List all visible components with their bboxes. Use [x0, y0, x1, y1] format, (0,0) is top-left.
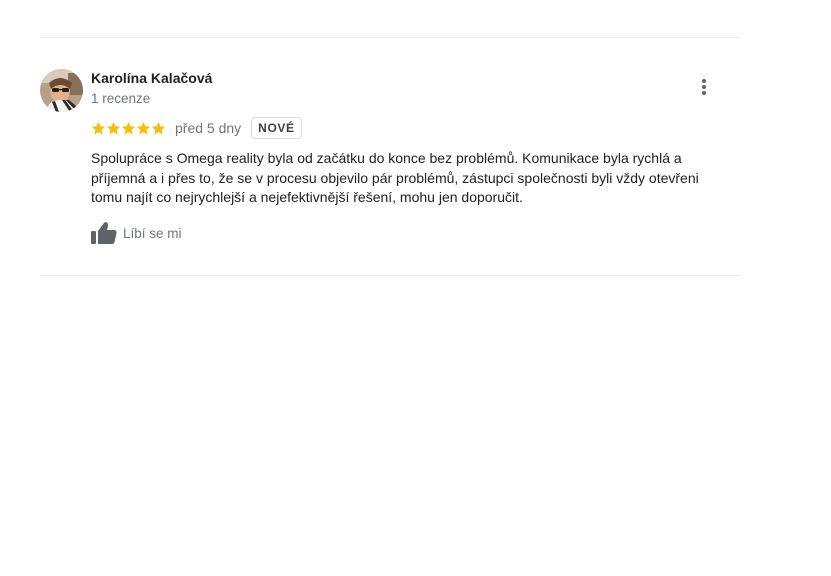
more-vert-icon: [702, 79, 706, 95]
star-icon: [106, 121, 121, 134]
like-button[interactable]: Líbí se mi: [91, 220, 182, 246]
star-rating: [91, 121, 166, 136]
like-label: Líbí se mi: [123, 225, 182, 241]
thumb-up-icon: [91, 222, 117, 244]
author-review-count[interactable]: 1 recenze: [91, 91, 150, 106]
more-options-button[interactable]: [692, 75, 716, 99]
star-icon: [121, 121, 136, 134]
new-badge: NOVÉ: [251, 117, 302, 139]
star-icon: [151, 121, 166, 134]
review-date: před 5 dny: [175, 120, 242, 136]
avatar-photo: [40, 69, 83, 112]
avatar[interactable]: [40, 69, 83, 112]
review-list: Karolína Kalačová 1 recenze před 5 dny N…: [0, 0, 831, 576]
star-icon: [91, 121, 106, 134]
review-text: Spolupráce s Omega reality byla od začát…: [91, 150, 699, 205]
author-name[interactable]: Karolína Kalačová: [91, 70, 212, 86]
divider: [40, 37, 741, 38]
divider: [40, 275, 741, 276]
review-meta: před 5 dny NOVÉ: [91, 116, 302, 140]
star-icon: [136, 121, 151, 134]
